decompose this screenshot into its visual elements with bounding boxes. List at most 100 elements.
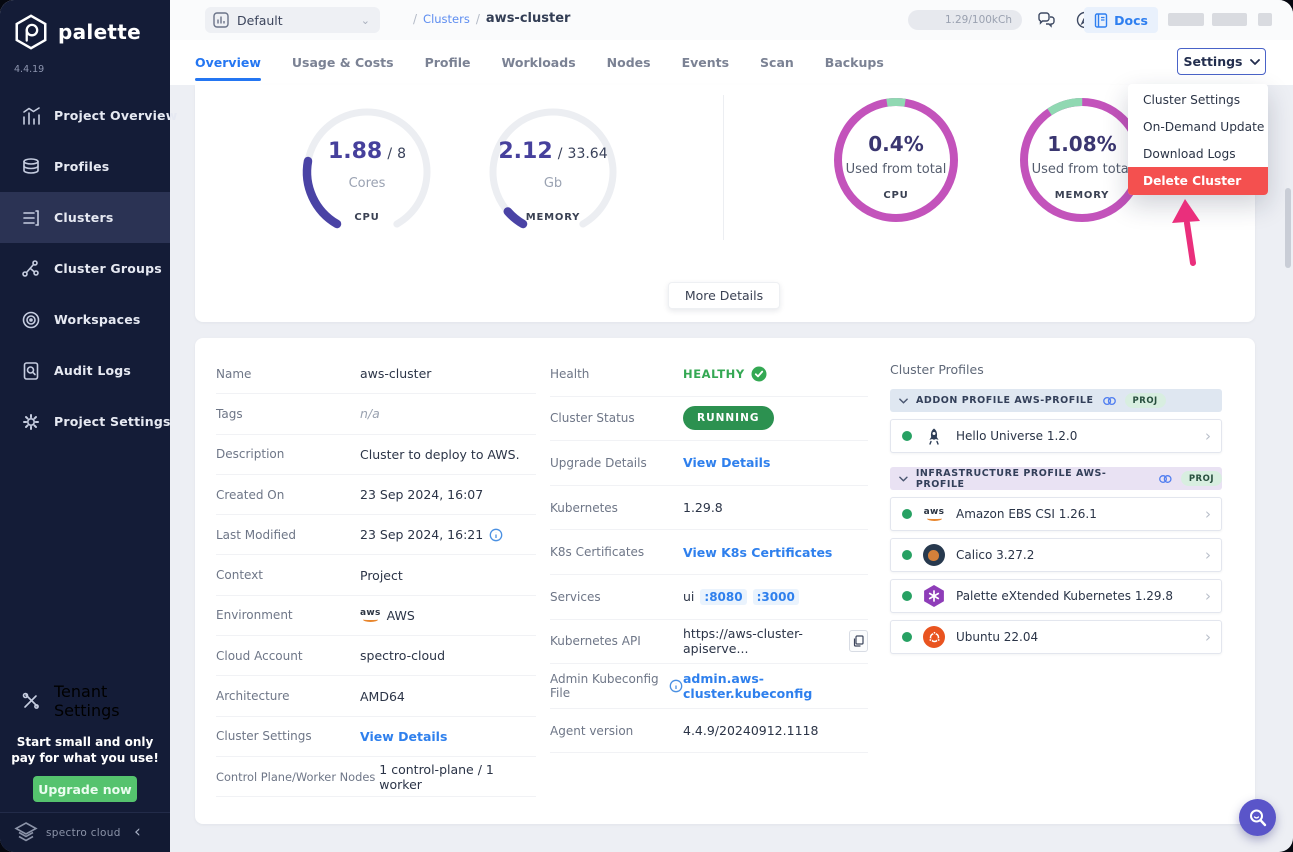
sidebar-item-audit-logs[interactable]: Audit Logs: [0, 345, 170, 396]
profile-row-palette-extended-kubernetes[interactable]: Palette eXtended Kubernetes 1.29.8 ›: [890, 579, 1222, 613]
divider: [723, 95, 724, 240]
row-cluster-status: Cluster Status RUNNING: [550, 397, 868, 442]
tab-overview[interactable]: Overview: [195, 40, 261, 85]
settings-button-label: Settings: [1183, 54, 1242, 69]
sidebar-item-tenant-settings[interactable]: Tenant Settings: [0, 679, 170, 723]
tab-scan[interactable]: Scan: [760, 40, 794, 85]
sidebar-collapse-chevron[interactable]: ‹: [134, 821, 141, 843]
service-port-3000-link[interactable]: :3000: [753, 589, 799, 605]
copy-button[interactable]: [849, 630, 868, 652]
kubeconfig-download-link[interactable]: admin.aws-cluster.kubeconfig: [683, 671, 868, 701]
breadcrumb-clusters-link[interactable]: Clusters: [423, 12, 470, 26]
cpu-donut-label: CPU: [883, 190, 908, 201]
menu-item-delete-cluster[interactable]: Delete Cluster: [1128, 167, 1268, 195]
network-icon: [21, 259, 41, 279]
upgrade-now-button[interactable]: Upgrade now: [33, 776, 137, 802]
sidebar-item-workspaces[interactable]: Workspaces: [0, 294, 170, 345]
tab-events[interactable]: Events: [682, 40, 729, 85]
row-created-on: Created On 23 Sep 2024, 16:07: [216, 475, 536, 515]
status-dot: [902, 550, 912, 560]
profile-row-hello-universe[interactable]: Hello Universe 1.2.0 ›: [890, 419, 1222, 453]
row-admin-kubeconfig: Admin Kubeconfig File admin.aws-cluster.…: [550, 664, 868, 709]
metrics-card: 1.88 / 8 Cores CPU 2.12 / 33.64 Gb MEMOR…: [195, 85, 1255, 322]
footer-brand-name: spectro cloud: [46, 827, 121, 839]
topbar: Default ⌄ / Clusters / aws-cluster 1.29/…: [170, 0, 1293, 40]
cpu-gauge: 1.88 / 8 Cores CPU: [292, 97, 442, 247]
aws-logo-icon: aws: [923, 503, 945, 525]
addon-profile-header[interactable]: ADDON PROFILE AWS-PROFILE PROJ: [890, 389, 1222, 412]
row-control-plane-worker-nodes: Control Plane/Worker Nodes 1 control-pla…: [216, 757, 536, 797]
proj-scope-badge: PROJ: [1181, 471, 1222, 486]
more-details-button[interactable]: More Details: [668, 282, 780, 309]
view-k8s-certificates-link[interactable]: View K8s Certificates: [683, 545, 832, 560]
settings-dropdown-button[interactable]: Settings: [1177, 48, 1266, 75]
chevron-down-icon: ⌄: [361, 14, 370, 27]
docs-button[interactable]: Docs: [1084, 7, 1158, 33]
link-icon: [1158, 473, 1173, 485]
proj-scope-badge: PROJ: [1125, 393, 1166, 408]
infrastructure-profile-header[interactable]: INFRASTRUCTURE PROFILE AWS-PROFILE PROJ: [890, 467, 1222, 490]
redacted-avatar-block: [1258, 13, 1272, 26]
tab-nodes[interactable]: Nodes: [607, 40, 651, 85]
menu-item-cluster-settings[interactable]: Cluster Settings: [1128, 86, 1268, 113]
brand: palette: [12, 13, 141, 51]
sidebar-nav: Project Overview Profiles Clusters Clust…: [0, 90, 170, 447]
health-status-text: HEALTHY: [683, 367, 745, 381]
aws-logo-icon: aws: [360, 609, 381, 622]
book-icon: [1094, 13, 1108, 28]
info-icon[interactable]: [669, 679, 683, 693]
breadcrumb-current: aws-cluster: [486, 11, 571, 26]
memory-used-percent: 1.08%: [1047, 132, 1116, 156]
docs-button-label: Docs: [1114, 13, 1148, 28]
row-last-modified: Last Modified 23 Sep 2024, 16:21: [216, 515, 536, 555]
tools-icon: [21, 691, 41, 711]
tab-backups[interactable]: Backups: [825, 40, 884, 85]
project-selector[interactable]: Default ⌄: [205, 7, 380, 33]
tab-profile[interactable]: Profile: [425, 40, 471, 85]
chat-icon[interactable]: [1036, 10, 1056, 30]
running-status-badge: RUNNING: [683, 406, 774, 430]
tab-usage-costs[interactable]: Usage & Costs: [292, 40, 394, 85]
sidebar-item-cluster-groups[interactable]: Cluster Groups: [0, 243, 170, 294]
pxk-logo-icon: [923, 585, 945, 607]
rings-icon: [21, 310, 41, 330]
upgrade-promo-text: Start small and only pay for what you us…: [10, 734, 160, 766]
search-help-floating-button[interactable]: [1239, 799, 1276, 836]
copy-icon: [853, 635, 864, 647]
row-context: Context Project: [216, 555, 536, 595]
cpu-used-value: 1.88: [328, 139, 382, 164]
profile-row-calico[interactable]: Calico 3.27.2 ›: [890, 538, 1222, 572]
menu-item-download-logs[interactable]: Download Logs: [1128, 140, 1268, 167]
row-upgrade-details: Upgrade Details View Details: [550, 441, 868, 486]
row-cluster-settings: Cluster Settings View Details: [216, 717, 536, 757]
status-dot: [902, 591, 912, 601]
cpu-unit: Cores: [349, 176, 386, 191]
profile-row-amazon-ebs-csi[interactable]: aws Amazon EBS CSI 1.26.1 ›: [890, 497, 1222, 531]
row-k8s-certificates: K8s Certificates View K8s Certificates: [550, 530, 868, 575]
details-card: Name aws-cluster Tags n/a Description Cl…: [195, 338, 1255, 824]
memory-unit: Gb: [544, 176, 562, 191]
bar-chart-icon: [213, 12, 229, 28]
cluster-tabs-row: Overview Usage & Costs Profile Workloads…: [170, 40, 1293, 85]
sidebar-item-profiles[interactable]: Profiles: [0, 141, 170, 192]
cluster-profiles-title: Cluster Profiles: [890, 362, 1222, 377]
chevron-right-icon: ›: [1205, 505, 1211, 523]
profile-row-ubuntu[interactable]: Ubuntu 22.04 ›: [890, 620, 1222, 654]
cluster-settings-view-details-link[interactable]: View Details: [360, 729, 447, 744]
sidebar-item-project-overview[interactable]: Project Overview: [0, 90, 170, 141]
scrollbar-thumb[interactable]: [1285, 188, 1291, 268]
main-area: Default ⌄ / Clusters / aws-cluster 1.29/…: [170, 0, 1293, 852]
service-port-8080-link[interactable]: :8080: [700, 589, 746, 605]
row-health: Health HEALTHY: [550, 352, 868, 397]
menu-item-on-demand-update[interactable]: On-Demand Update: [1128, 113, 1268, 140]
layers-icon: [21, 157, 41, 177]
link-icon: [1102, 395, 1117, 407]
tab-workloads[interactable]: Workloads: [502, 40, 576, 85]
upgrade-view-details-link[interactable]: View Details: [683, 455, 770, 470]
sidebar-item-clusters[interactable]: Clusters: [0, 192, 170, 243]
rocket-icon: [923, 425, 945, 447]
ubuntu-logo-icon: [923, 626, 945, 648]
sidebar-item-project-settings[interactable]: Project Settings: [0, 396, 170, 447]
spectro-cloud-logo-icon: [14, 822, 38, 844]
info-icon[interactable]: [489, 528, 503, 542]
